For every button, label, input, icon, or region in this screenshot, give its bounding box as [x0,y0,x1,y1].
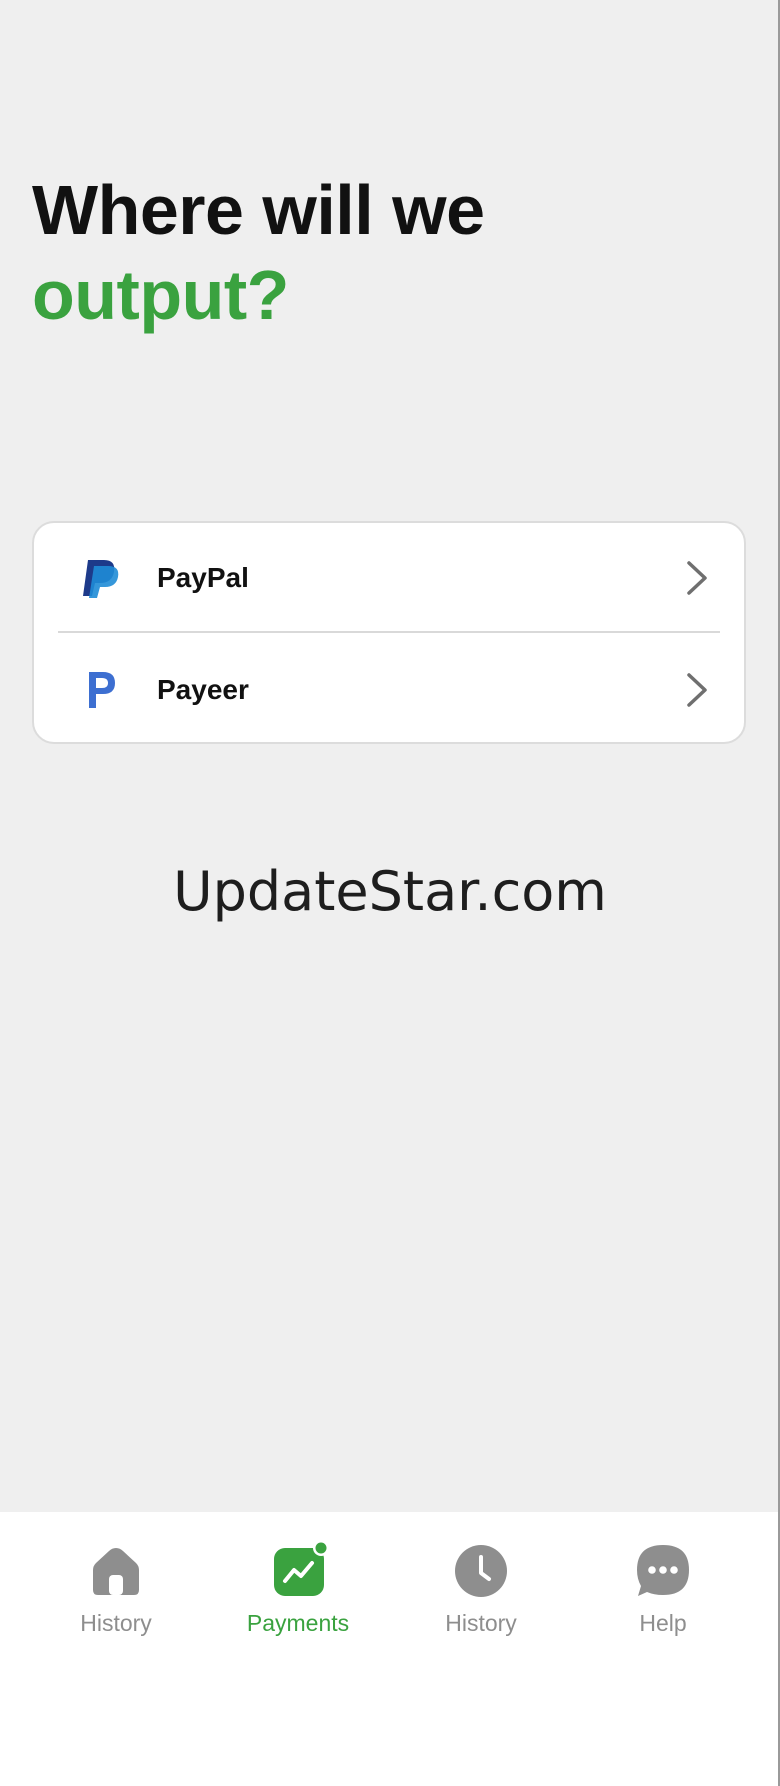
nav-label: History [445,1610,517,1636]
nav-item-history[interactable]: History [406,1542,556,1662]
paypal-label: PayPal [157,562,249,593]
title-line-1: Where will we [32,171,485,249]
watermark-text: UpdateStar.com [173,860,607,923]
nav-item-help[interactable]: Help [588,1542,738,1662]
title-line-2: output? [32,256,289,334]
home-icon [87,1542,145,1600]
paypal-logo-icon [76,554,124,602]
nav-label: History [80,1610,152,1636]
bottom-nav: History Payments History Help [0,1512,778,1786]
nav-item-payments[interactable]: Payments [223,1540,373,1662]
chevron-right-icon [680,558,714,598]
divider [58,631,720,633]
chart-trend-icon [269,1540,329,1600]
chevron-right-icon [680,670,714,710]
payeer-label: Payeer [157,674,249,705]
nav-item-history-home[interactable]: History [41,1542,191,1662]
payment-method-payeer[interactable]: Payeer [34,635,744,745]
nav-label: Payments [246,1610,350,1636]
screen: Where will we output? PayPal Payeer Upda… [0,0,780,1786]
clock-icon [452,1542,510,1600]
nav-label: Help [639,1610,687,1636]
chat-bubble-icon [634,1542,692,1600]
page-title: Where will we output? [32,168,485,338]
payment-method-paypal[interactable]: PayPal [34,523,744,633]
payeer-logo-icon [76,666,124,714]
payment-method-list: PayPal Payeer [32,521,746,744]
